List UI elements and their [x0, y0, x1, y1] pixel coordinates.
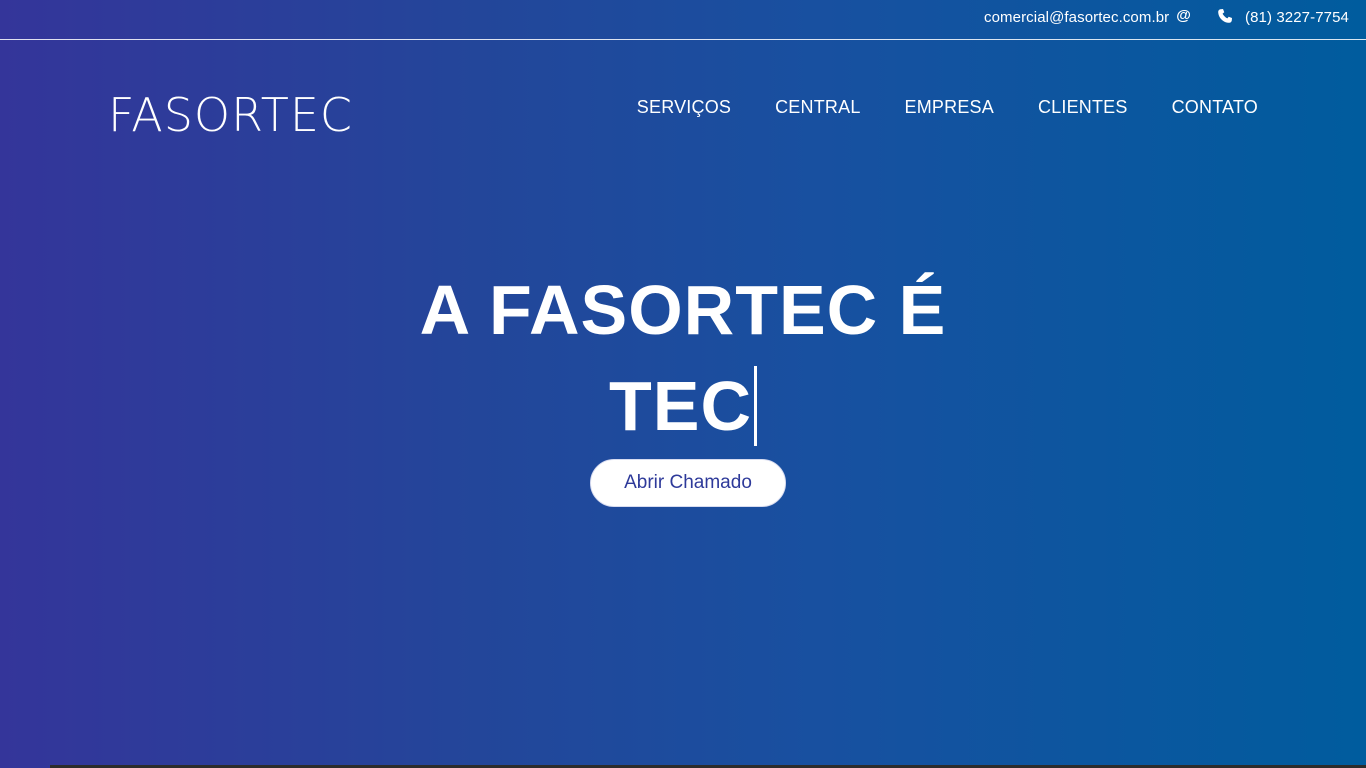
phone-icon: [1218, 8, 1233, 23]
hero-line-1: A FASORTEC É: [419, 271, 947, 349]
hero-line-2: TEC: [609, 367, 752, 445]
top-bar: comercial@fasortec.com.br @ (81) 3227-77…: [0, 0, 1366, 40]
nav-item-clientes[interactable]: CLIENTES: [1038, 97, 1128, 118]
phone-link[interactable]: (81) 3227-7754: [1245, 9, 1349, 26]
at-icon: @: [1176, 7, 1192, 24]
brand-logo[interactable]: FASORTEC: [108, 88, 353, 142]
main-nav: SERVIÇOS CENTRAL EMPRESA CLIENTES CONTAT…: [593, 97, 1258, 118]
hero-section: A FASORTEC É TEC: [0, 262, 1366, 454]
nav-item-central[interactable]: CENTRAL: [775, 97, 860, 118]
email-link[interactable]: comercial@fasortec.com.br: [984, 9, 1169, 26]
nav-item-servicos[interactable]: SERVIÇOS: [637, 97, 731, 118]
open-ticket-button[interactable]: Abrir Chamado: [590, 459, 786, 507]
hero-headline: A FASORTEC É TEC: [0, 262, 1366, 454]
hero-line-2-wrapper: TEC: [609, 358, 757, 454]
nav-item-contato[interactable]: CONTATO: [1172, 97, 1258, 118]
contact-info: comercial@fasortec.com.br @ (81) 3227-77…: [984, 7, 1349, 26]
nav-item-empresa[interactable]: EMPRESA: [905, 97, 994, 118]
typing-cursor: [754, 366, 757, 446]
